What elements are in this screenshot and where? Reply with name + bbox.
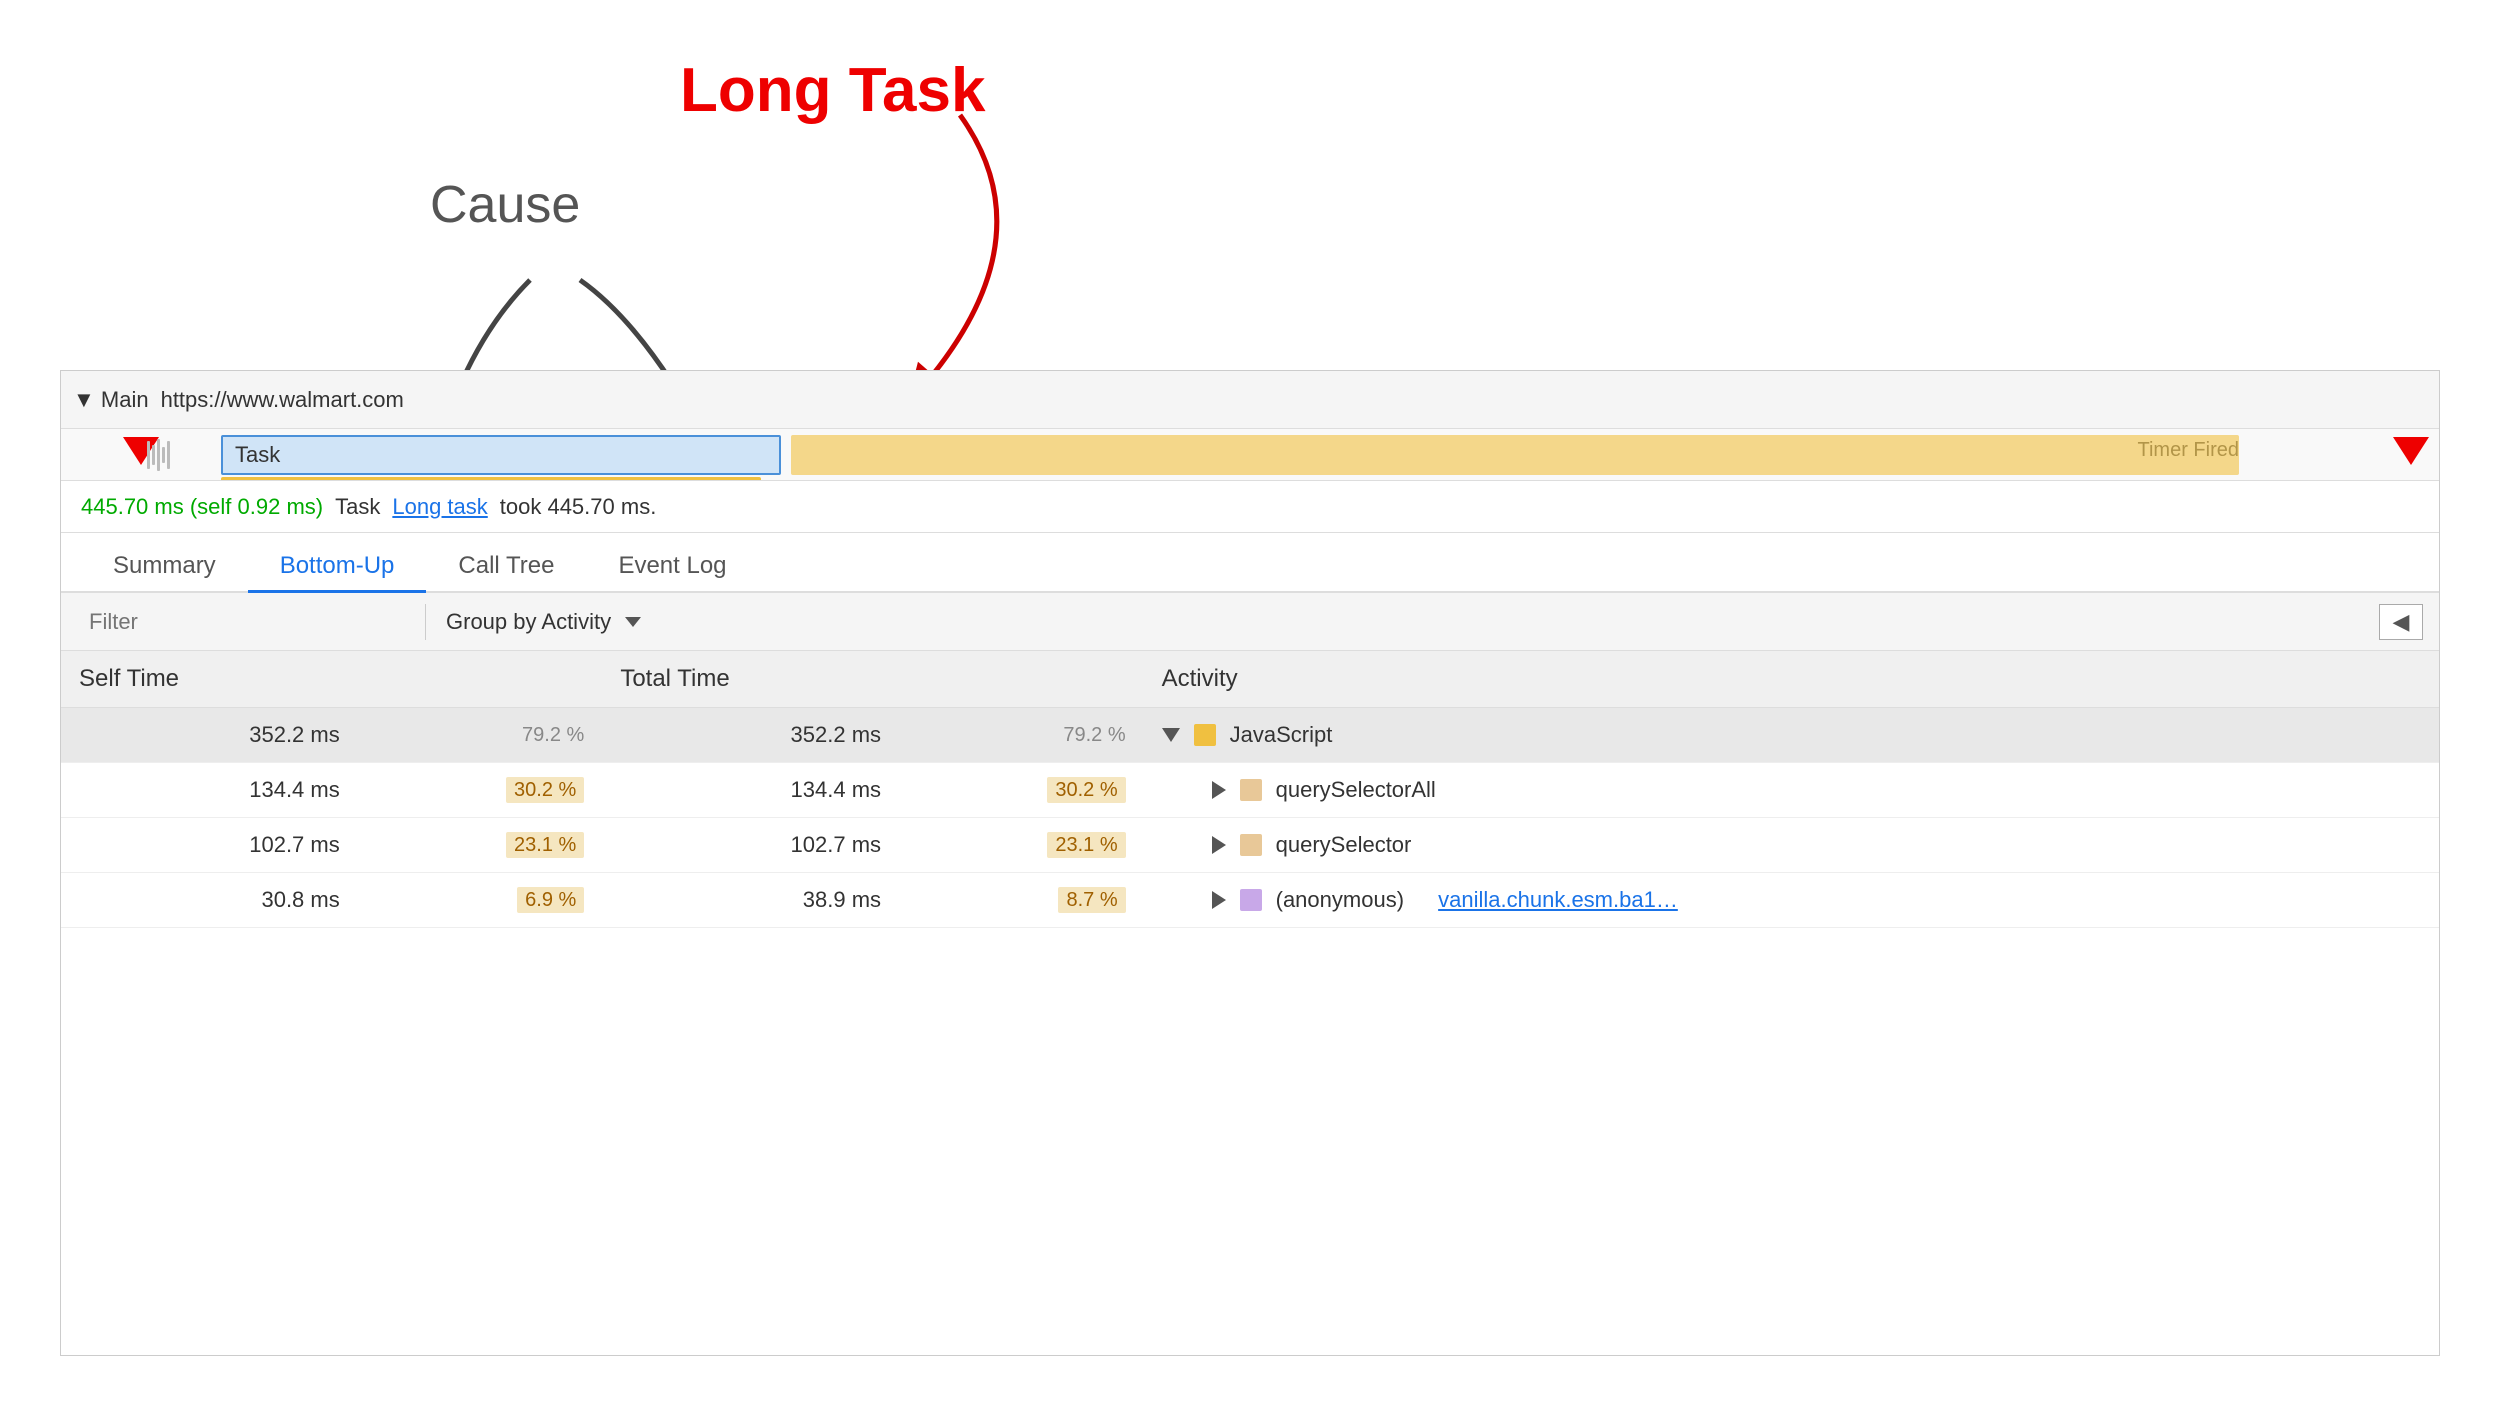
- filter-separator: [425, 604, 426, 640]
- expand-icon-right[interactable]: [1212, 836, 1226, 854]
- self-time-value: 134.4 ms: [61, 763, 358, 818]
- self-pct-value: 30.2 %: [358, 763, 603, 818]
- total-pct-value: 30.2 %: [899, 763, 1144, 818]
- activity-color-box: [1194, 724, 1216, 746]
- total-pct-value: 8.7 %: [899, 873, 1144, 928]
- activity-name: JavaScript: [1230, 722, 1333, 748]
- activity-cell: JavaScript: [1144, 708, 2439, 763]
- filter-input[interactable]: [77, 603, 417, 641]
- total-time-value: 352.2 ms: [602, 708, 899, 763]
- col-header-activity: Activity: [1144, 651, 2439, 708]
- activity-color-box: [1240, 834, 1262, 856]
- activity-name: (anonymous): [1276, 887, 1404, 913]
- group-by-selector[interactable]: Group by Activity: [434, 609, 653, 635]
- self-pct-value: 6.9 %: [358, 873, 603, 928]
- self-pct-value: 79.2 %: [358, 708, 603, 763]
- total-time-value: 134.4 ms: [602, 763, 899, 818]
- task-selected-bar[interactable]: Task: [221, 435, 781, 475]
- table-header-row: Self Time Total Time Activity: [61, 651, 2439, 708]
- table-row[interactable]: 30.8 ms 6.9 % 38.9 ms 8.7 % (anonymous): [61, 873, 2439, 928]
- tab-call-tree[interactable]: Call Tree: [426, 542, 586, 593]
- table-row[interactable]: 352.2 ms 79.2 % 352.2 ms 79.2 % JavaScri…: [61, 708, 2439, 763]
- col-header-self-time: Self Time: [61, 651, 602, 708]
- bottom-up-table: Self Time Total Time Activity 352.2 ms 7…: [61, 651, 2439, 1355]
- table-row[interactable]: 134.4 ms 30.2 % 134.4 ms 30.2 % querySel…: [61, 763, 2439, 818]
- red-triangle-right: [2393, 437, 2429, 465]
- activity-color-box: [1240, 779, 1262, 801]
- timing-task-label: Task: [335, 494, 380, 520]
- task-bar-row[interactable]: Task Run Microtasks Timer Fired: [61, 429, 2439, 481]
- total-pct-value: 23.1 %: [899, 818, 1144, 873]
- panel-toggle-button[interactable]: ◀: [2379, 604, 2423, 640]
- tab-summary[interactable]: Summary: [81, 542, 248, 593]
- total-time-value: 102.7 ms: [602, 818, 899, 873]
- expand-icon-down[interactable]: [1162, 728, 1180, 742]
- long-yellow-bar: [791, 435, 2239, 475]
- timing-row: 445.70 ms (self 0.92 ms) Task Long task …: [61, 481, 2439, 533]
- self-time-value: 30.8 ms: [61, 873, 358, 928]
- cause-annotation: Cause: [430, 175, 580, 235]
- total-time-value: 38.9 ms: [602, 873, 899, 928]
- yellow-bar-microtasks: [221, 477, 761, 481]
- tab-bottom-up[interactable]: Bottom-Up: [248, 542, 427, 593]
- col-header-total-time: Total Time: [602, 651, 1143, 708]
- timeline-main-label: ▼ Main: [73, 387, 149, 413]
- tabs-row: Summary Bottom-Up Call Tree Event Log: [61, 533, 2439, 593]
- total-pct-value: 79.2 %: [899, 708, 1144, 763]
- timing-suffix: took 445.70 ms.: [500, 494, 657, 520]
- activity-source-link[interactable]: vanilla.chunk.esm.ba1…: [1438, 887, 1678, 913]
- filter-row: Group by Activity ◀: [61, 593, 2439, 651]
- expand-icon-right[interactable]: [1212, 891, 1226, 909]
- activity-cell: (anonymous) vanilla.chunk.esm.ba1…: [1144, 873, 2439, 928]
- activity-cell: querySelectorAll: [1144, 763, 2439, 818]
- activity-name: querySelector: [1276, 832, 1412, 858]
- self-time-value: 352.2 ms: [61, 708, 358, 763]
- expand-icon-right[interactable]: [1212, 781, 1226, 799]
- self-pct-value: 23.1 %: [358, 818, 603, 873]
- devtools-panel: ▼ Main https://www.walmart.com Task Run …: [60, 370, 2440, 1356]
- activity-name: querySelectorAll: [1276, 777, 1436, 803]
- activity-color-box: [1240, 889, 1262, 911]
- activity-cell: querySelector: [1144, 818, 2439, 873]
- timeline-row: ▼ Main https://www.walmart.com: [61, 371, 2439, 429]
- timeline-url: https://www.walmart.com: [161, 387, 404, 413]
- long-task-annotation: Long Task: [680, 55, 985, 126]
- tab-event-log[interactable]: Event Log: [586, 542, 758, 593]
- timing-duration: 445.70 ms (self 0.92 ms): [81, 494, 323, 520]
- timing-long-task-link[interactable]: Long task: [392, 494, 487, 520]
- group-by-chevron: [625, 617, 641, 627]
- self-time-value: 102.7 ms: [61, 818, 358, 873]
- table-row[interactable]: 102.7 ms 23.1 % 102.7 ms 23.1 % querySel…: [61, 818, 2439, 873]
